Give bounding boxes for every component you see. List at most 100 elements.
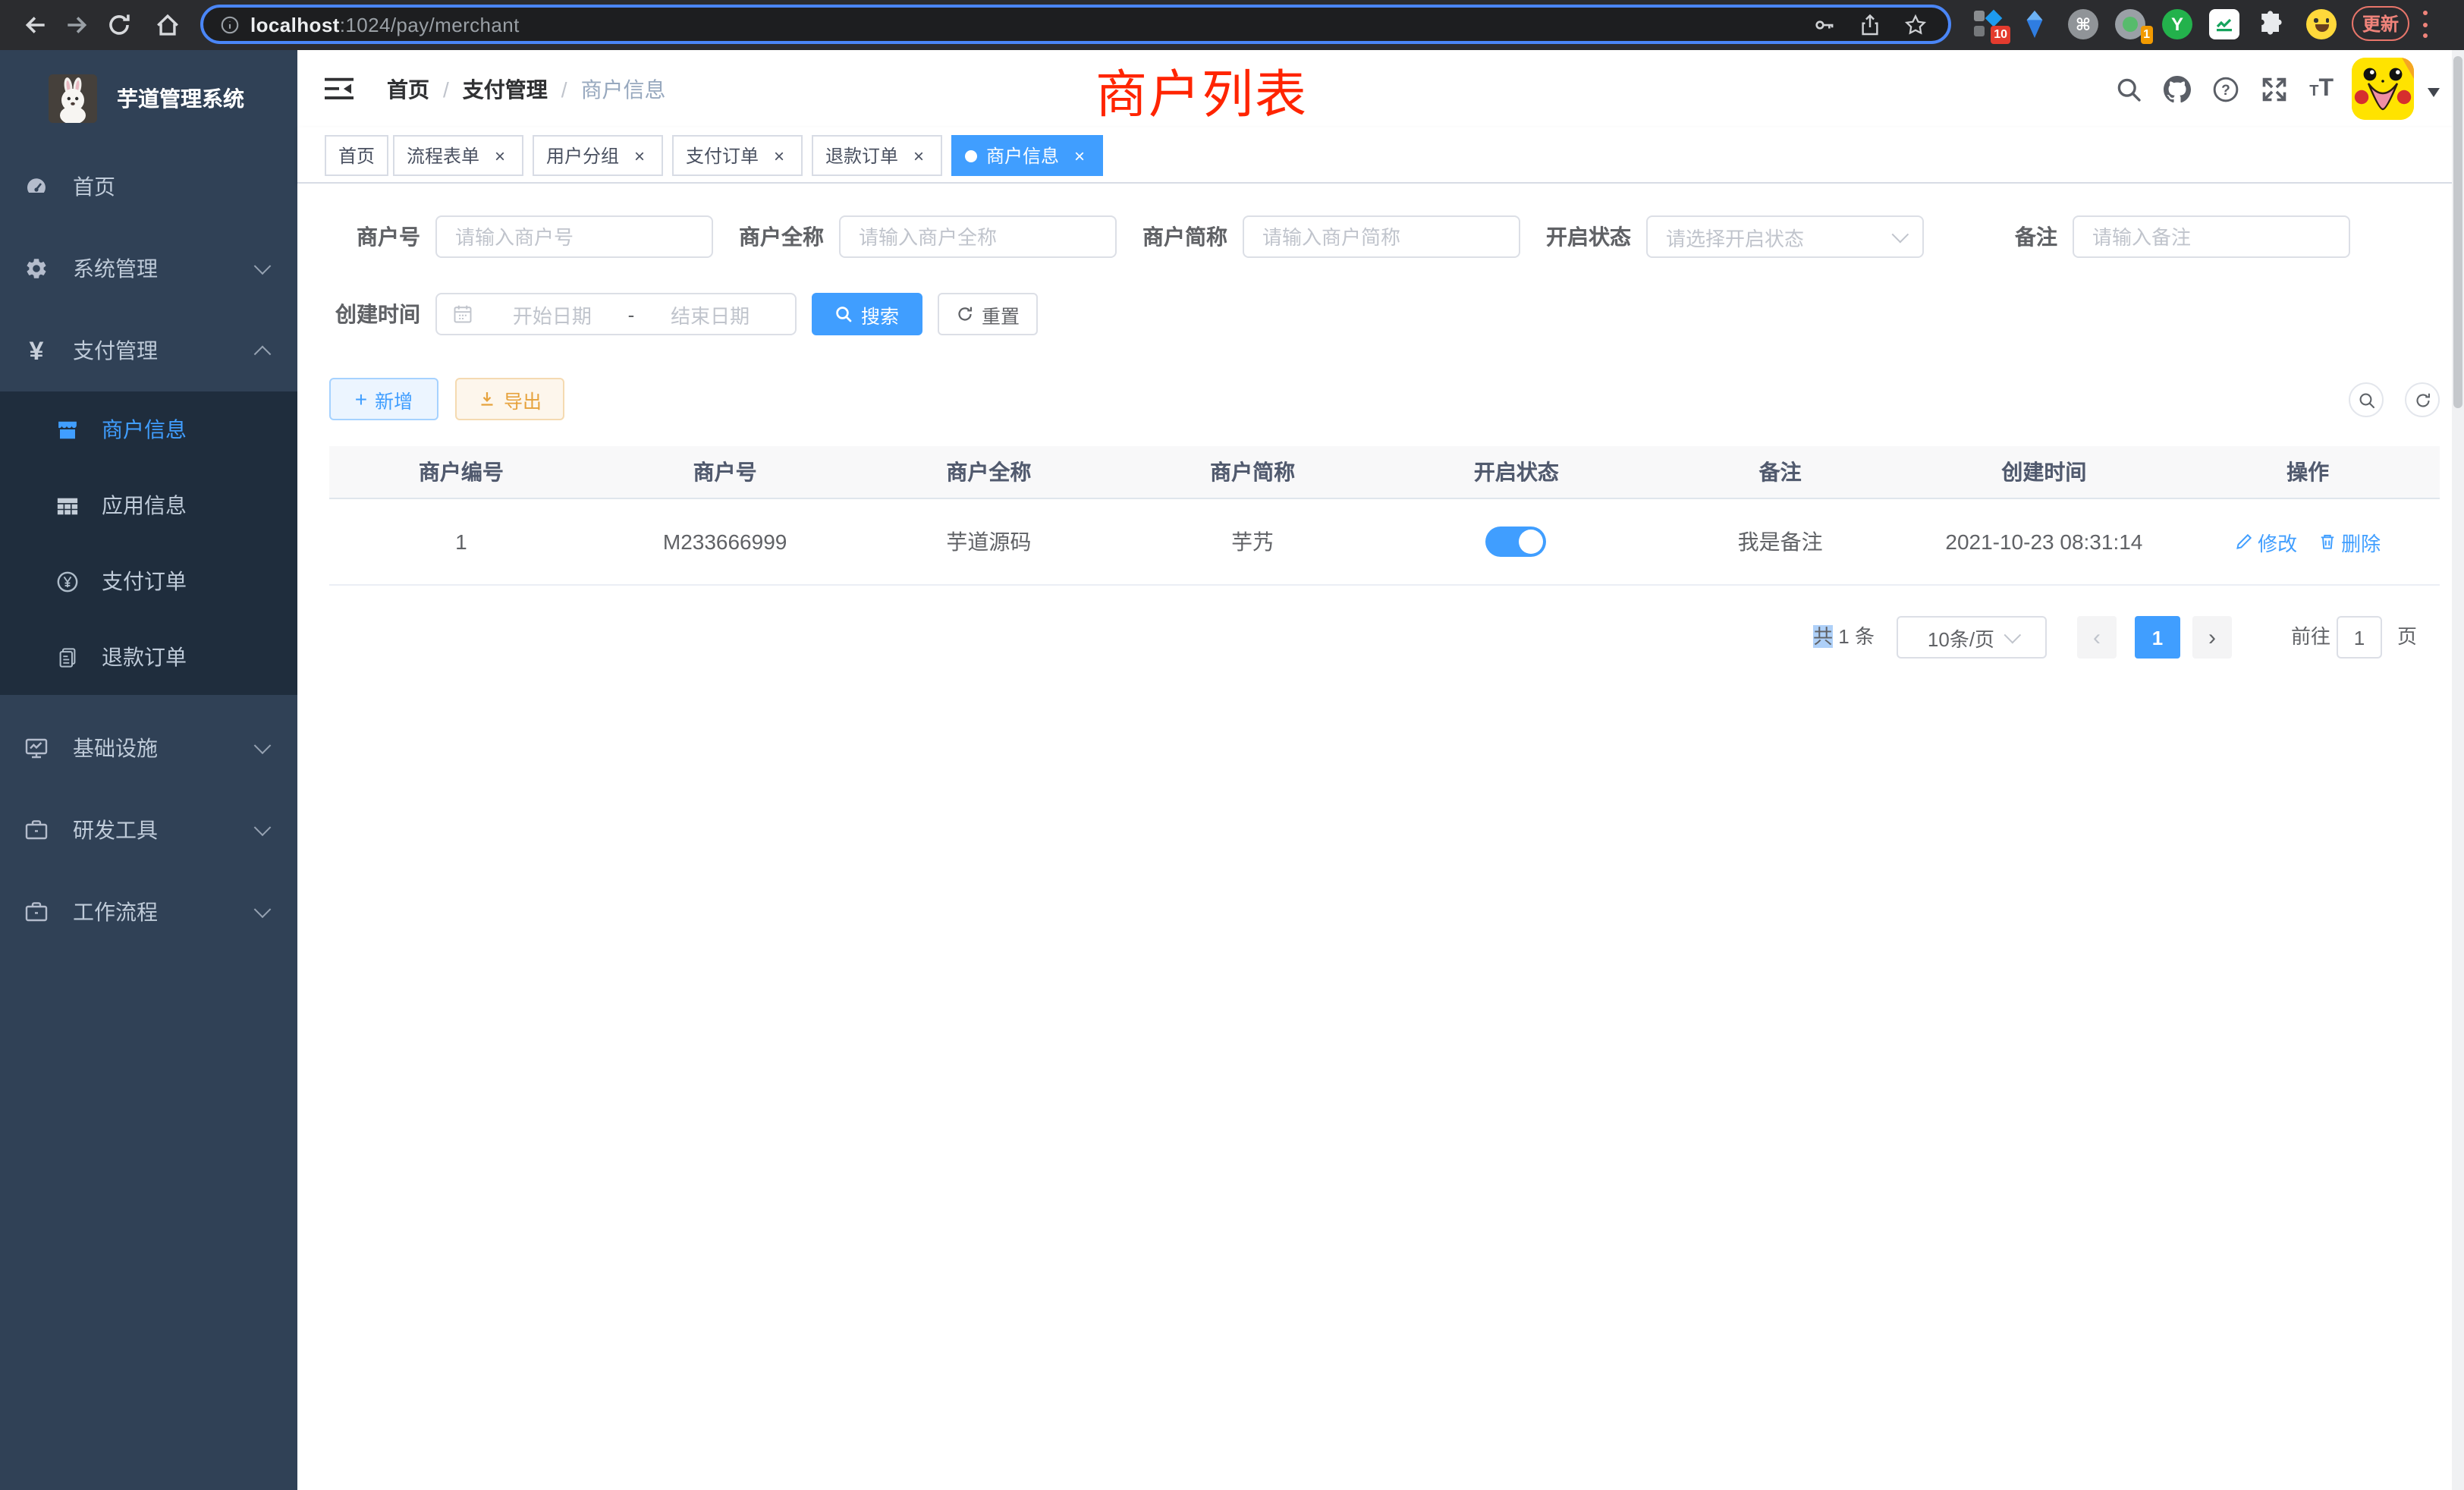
add-button[interactable]: + 新增 xyxy=(329,378,438,420)
sidebar-item-app-info[interactable]: 应用信息 xyxy=(0,467,297,543)
sidebar-item-workflow[interactable]: 工作流程 xyxy=(0,871,297,953)
column-header: 开启状态 xyxy=(1384,446,1648,498)
reset-button-label: 重置 xyxy=(982,300,1020,328)
sidebar-item-label: 退款订单 xyxy=(102,642,187,672)
extension-badge: 1 xyxy=(2140,26,2153,44)
avatar[interactable] xyxy=(2352,58,2414,120)
sidebar-item-refund-order[interactable]: 退款订单 xyxy=(0,619,297,695)
tag-label: 商户信息 xyxy=(986,143,1059,168)
search-icon[interactable] xyxy=(2115,75,2142,102)
browser-reload-icon[interactable] xyxy=(106,12,132,38)
sidebar-item-home[interactable]: 首页 xyxy=(0,146,297,228)
tags-view: 首页 流程表单 × 用户分组 × 支付订单 × 退款订单 × 商户信息 × xyxy=(297,127,2464,184)
sidebar-fold-icon[interactable] xyxy=(325,74,354,103)
extension-kite-icon[interactable] xyxy=(2019,9,2050,39)
column-header: 商户编号 xyxy=(329,446,593,498)
app-logo[interactable]: 芋道管理系统 xyxy=(0,65,297,132)
briefcase-icon xyxy=(24,900,49,924)
url-host: localhost xyxy=(250,13,340,36)
breadcrumb-separator: / xyxy=(443,77,449,101)
prev-page-button[interactable]: ‹ xyxy=(2077,616,2117,659)
close-icon[interactable]: × xyxy=(1070,146,1089,165)
browser-home-icon[interactable] xyxy=(155,12,181,38)
select-placeholder: 请选择开启状态 xyxy=(1666,222,1883,251)
status-toggle[interactable] xyxy=(1486,527,1547,557)
delete-link[interactable]: 删除 xyxy=(2318,527,2381,556)
extension-puzzle-icon[interactable] xyxy=(2256,9,2286,39)
share-icon[interactable] xyxy=(1859,13,1881,36)
close-icon[interactable]: × xyxy=(909,146,929,165)
scrollbar-thumb[interactable] xyxy=(2453,56,2462,408)
extension-emoji-icon[interactable] xyxy=(2306,9,2337,39)
goto-page-input[interactable] xyxy=(2337,616,2382,659)
search-button[interactable]: 搜索 xyxy=(812,293,922,335)
chevron-up-icon xyxy=(254,345,272,363)
yen-circle-icon xyxy=(56,570,79,593)
refresh-table-button[interactable] xyxy=(2405,382,2440,417)
help-icon[interactable]: ? xyxy=(2212,75,2239,102)
sidebar-item-system[interactable]: 系统管理 xyxy=(0,228,297,310)
cell-merchant-no: M233666999 xyxy=(593,499,857,584)
sidebar-item-infrastructure[interactable]: 基础设施 xyxy=(0,707,297,789)
page-1-button[interactable]: 1 xyxy=(2135,616,2180,659)
export-button-label: 导出 xyxy=(504,385,542,413)
chevron-down-icon xyxy=(2004,627,2021,644)
tag-pay-order[interactable]: 支付订单 × xyxy=(672,135,803,176)
bookmark-star-icon[interactable] xyxy=(1904,13,1927,36)
extension-profile-icon[interactable]: 1 xyxy=(2115,9,2145,39)
site-info-icon[interactable] xyxy=(220,14,240,34)
extension-tabs-icon[interactable]: 10 xyxy=(1972,9,2003,39)
toggle-search-button[interactable] xyxy=(2349,382,2384,417)
next-page-button[interactable]: › xyxy=(2192,616,2232,659)
sidebar-item-merchant-info[interactable]: 商户信息 xyxy=(0,391,297,467)
browser-back-icon[interactable] xyxy=(23,12,49,38)
close-icon[interactable]: × xyxy=(769,146,789,165)
merchant-name-input[interactable] xyxy=(839,215,1117,258)
url-bar[interactable]: localhost:1024/pay/merchant xyxy=(200,5,1951,44)
extension-badge: 10 xyxy=(1991,26,2010,44)
tag-merchant-info[interactable]: 商户信息 × xyxy=(951,135,1103,176)
extension-chart-icon[interactable] xyxy=(2209,9,2239,39)
sidebar-item-dev-tools[interactable]: 研发工具 xyxy=(0,789,297,871)
sidebar-item-pay-order[interactable]: 支付订单 xyxy=(0,543,297,619)
extension-y-icon[interactable]: Y xyxy=(2162,9,2192,39)
column-header: 创建时间 xyxy=(1912,446,2176,498)
github-icon[interactable] xyxy=(2164,75,2191,102)
breadcrumb-payment[interactable]: 支付管理 xyxy=(463,74,548,104)
remark-input[interactable] xyxy=(2073,215,2350,258)
fullscreen-icon[interactable] xyxy=(2261,75,2288,102)
browser-forward-icon[interactable] xyxy=(64,12,90,38)
table-row: 1 M233666999 芋道源码 芋艿 我是备注 2021-10-23 08:… xyxy=(329,499,2440,586)
svg-text:?: ? xyxy=(2221,82,2230,98)
short-name-input[interactable] xyxy=(1243,215,1520,258)
tag-process-form[interactable]: 流程表单 × xyxy=(393,135,523,176)
browser-update-button[interactable]: 更新 xyxy=(2352,6,2409,41)
extension-command-icon[interactable]: ⌘ xyxy=(2068,9,2098,39)
tag-refund-order[interactable]: 退款订单 × xyxy=(812,135,942,176)
edit-link[interactable]: 修改 xyxy=(2235,527,2297,556)
tag-label: 用户分组 xyxy=(546,143,619,168)
avatar-caret-icon[interactable] xyxy=(2428,87,2440,102)
trash-icon xyxy=(2318,533,2337,551)
tag-user-group[interactable]: 用户分组 × xyxy=(533,135,663,176)
annotation-merchant-list: 商户列表 xyxy=(1095,53,1308,127)
close-icon[interactable]: × xyxy=(490,146,510,165)
sidebar-item-payment[interactable]: ¥ 支付管理 xyxy=(0,310,297,391)
merchant-no-input[interactable] xyxy=(435,215,713,258)
tag-home[interactable]: 首页 xyxy=(325,135,388,176)
reset-button[interactable]: 重置 xyxy=(938,293,1038,335)
pagination: 共 1 条 10条/页 ‹ 1 › 前往 页 xyxy=(297,616,2440,659)
export-button[interactable]: 导出 xyxy=(455,378,564,420)
cell-create-time: 2021-10-23 08:31:14 xyxy=(1912,499,2176,584)
column-header: 备注 xyxy=(1648,446,1912,498)
sidebar-item-label: 应用信息 xyxy=(102,490,187,520)
font-size-icon[interactable]: TT xyxy=(2309,77,2334,101)
browser-menu-icon[interactable] xyxy=(2423,11,2429,38)
password-key-icon[interactable] xyxy=(1813,13,1836,36)
create-time-range-picker[interactable]: 开始日期 - 结束日期 xyxy=(435,293,797,335)
navbar: 首页 / 支付管理 / 商户信息 ? TT xyxy=(297,50,2464,127)
page-size-select[interactable]: 10条/页 xyxy=(1897,616,2047,659)
close-icon[interactable]: × xyxy=(630,146,649,165)
breadcrumb-home[interactable]: 首页 xyxy=(387,74,429,104)
status-select[interactable]: 请选择开启状态 xyxy=(1646,215,1924,258)
